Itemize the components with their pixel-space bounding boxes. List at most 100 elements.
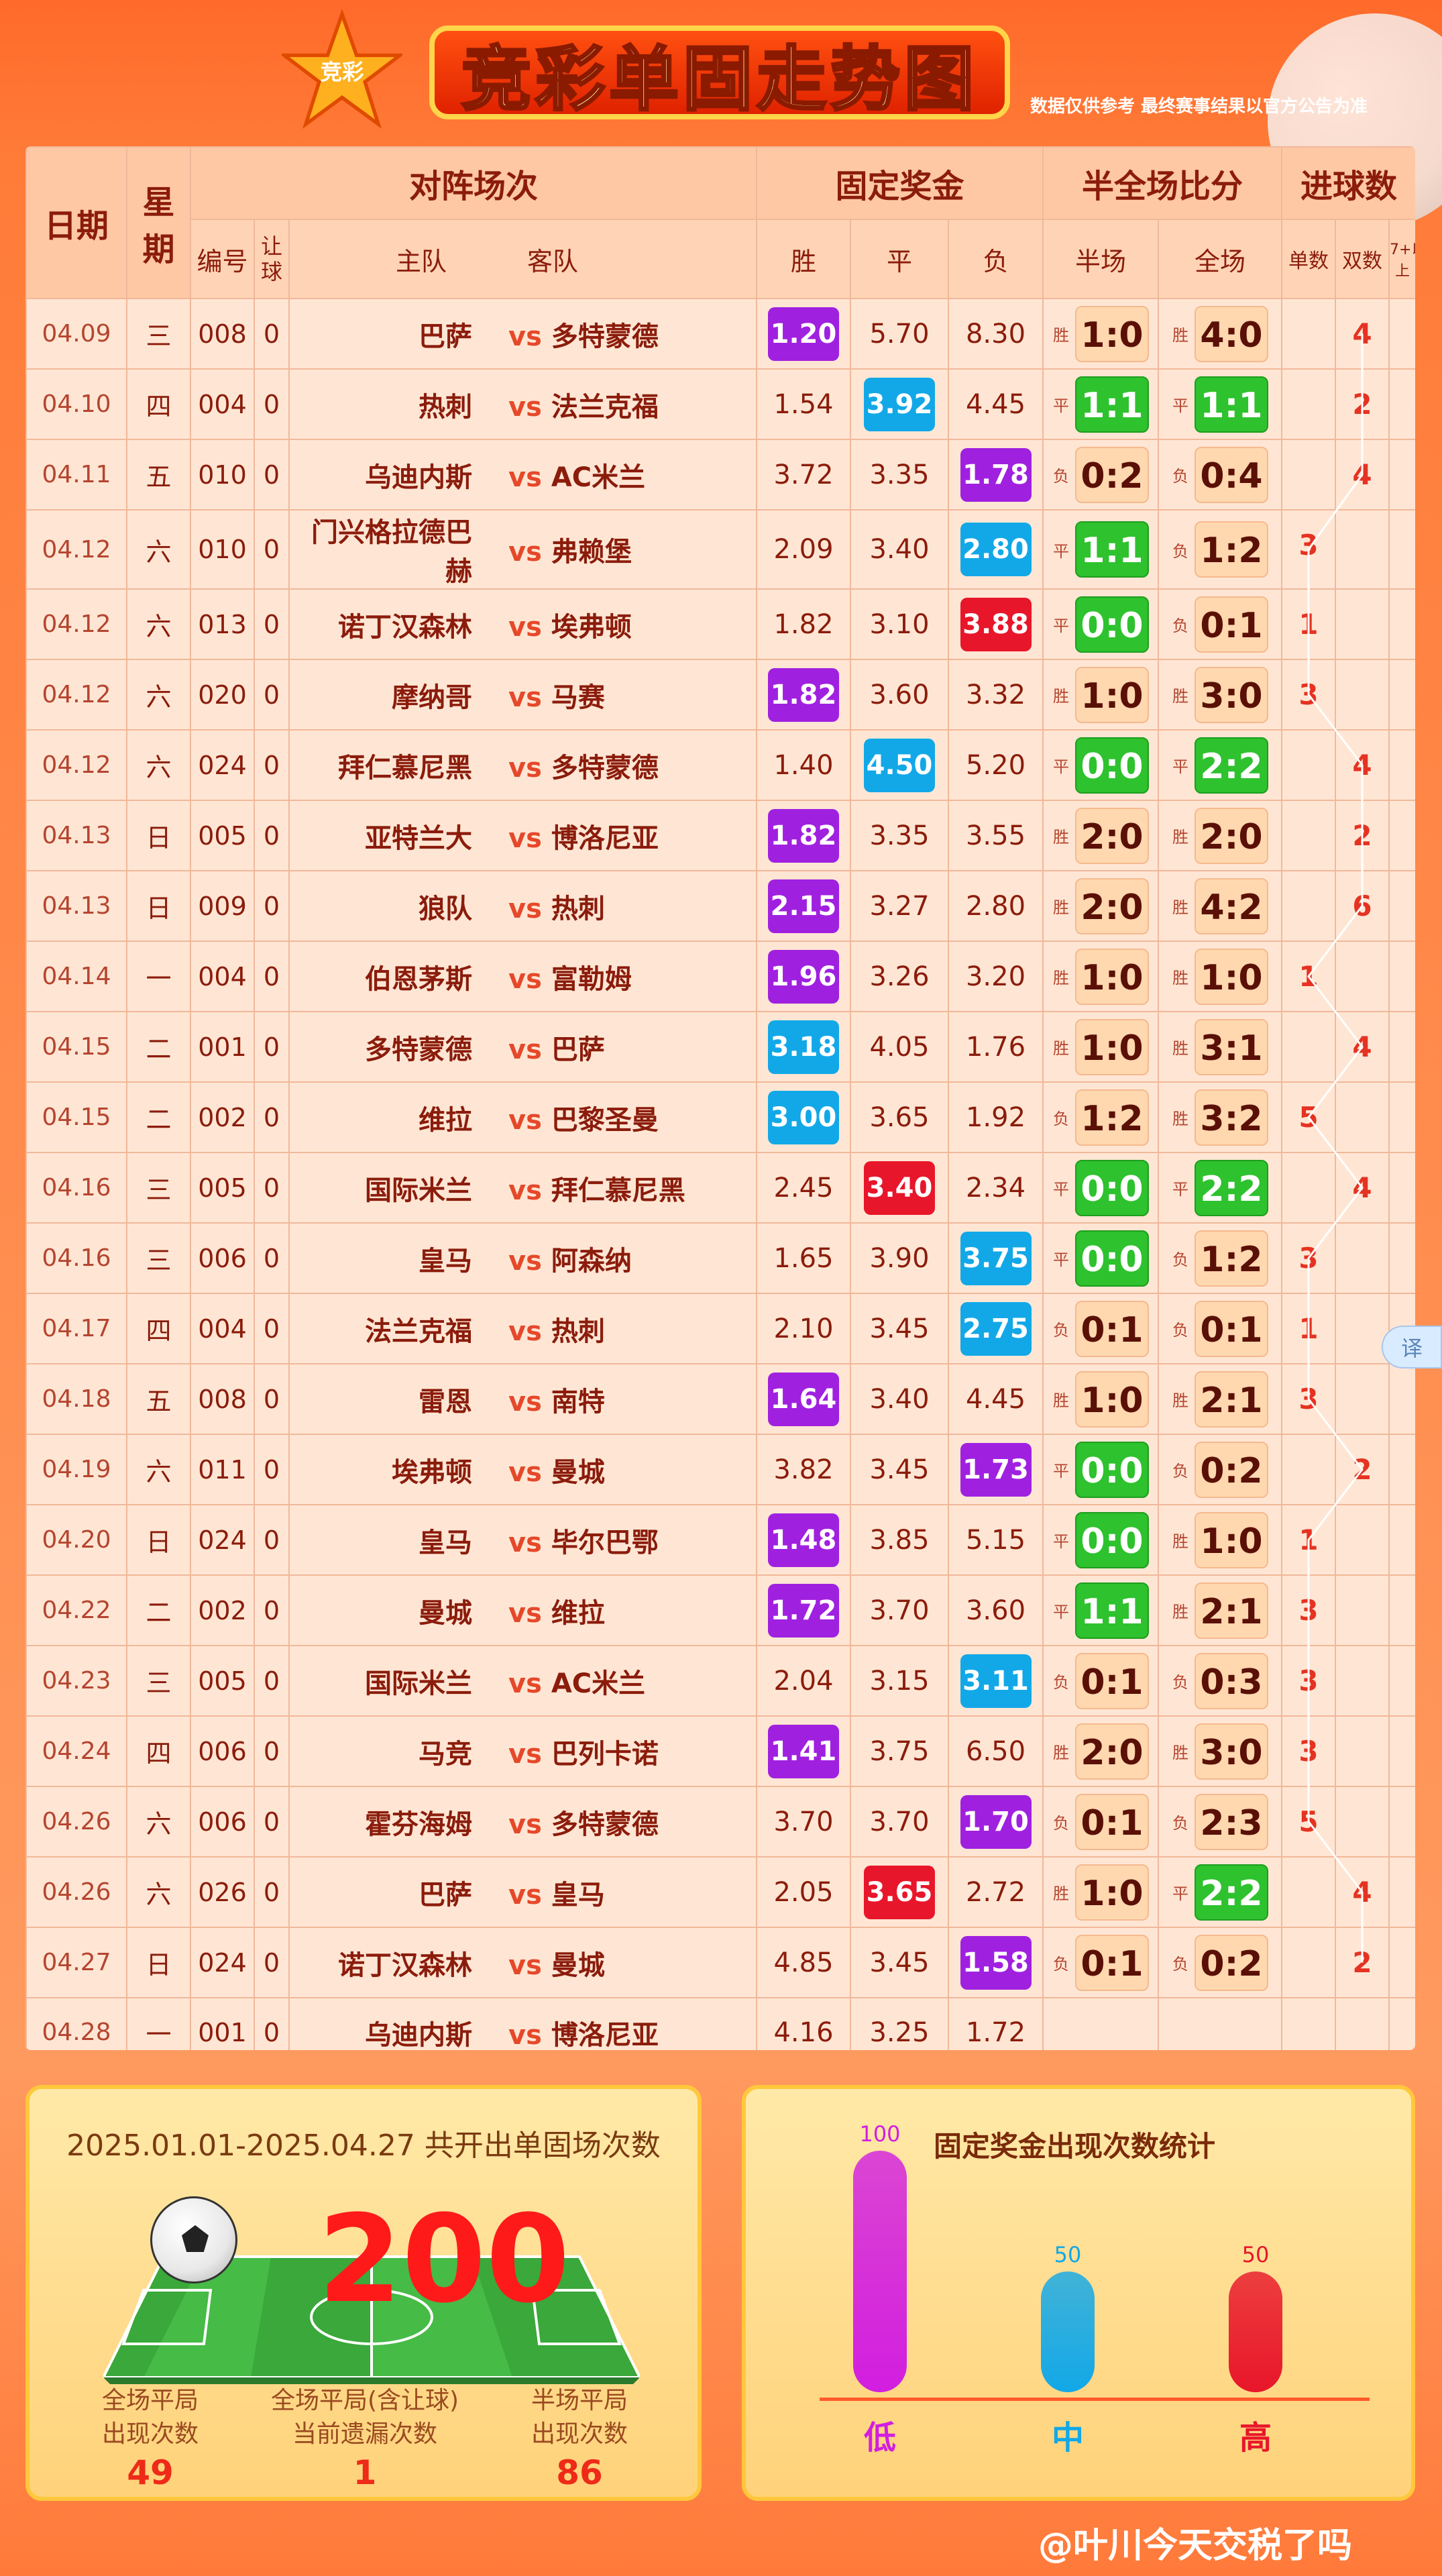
home-team: 雷恩: [288, 1363, 487, 1435]
weekday-cell: 日: [126, 1504, 191, 1576]
away-team-cell: vs 曼城: [487, 1434, 758, 1505]
vs-label: vs: [508, 1738, 542, 1770]
sub-full: 全场: [1158, 219, 1283, 299]
svg-text:竞彩: 竞彩: [321, 59, 364, 85]
half-score-score: 2:0: [1075, 1723, 1150, 1780]
goals-seven-cell: [1388, 1645, 1415, 1717]
away-team-cell: vs 巴黎圣曼: [487, 1081, 758, 1153]
weekday-cell: 六: [126, 1786, 191, 1858]
odds-d-value: 3.85: [869, 1524, 930, 1556]
home-team: 诺丁汉森林: [288, 1927, 487, 1998]
odds-d-cell: 3.40: [850, 509, 950, 590]
match-no-cell: 005: [190, 1152, 255, 1224]
goals-value: 3: [1298, 1383, 1319, 1415]
full-score-score: 3:0: [1195, 1723, 1269, 1780]
table-row: 04.12 六 013 0 诺丁汉森林 vs 埃弗顿 1.82 3.10 3.88 平 0:0 负 0:…: [25, 588, 1415, 660]
odds-l-cell: 3.20: [948, 941, 1044, 1012]
vs-label: vs: [508, 1104, 542, 1136]
date-cell: 04.14: [25, 941, 127, 1012]
goals-seven-cell: [1388, 1152, 1415, 1224]
full-score-score: 1:0: [1195, 1511, 1269, 1568]
half-score-cell: 平 1:1: [1042, 368, 1160, 440]
odds-w-cell: 1.64: [756, 1363, 852, 1435]
vs-label: vs: [508, 321, 542, 352]
date-cell: 04.12: [25, 729, 127, 801]
full-score-result: 胜: [1172, 1743, 1189, 1762]
goals-even-cell: 2: [1335, 368, 1390, 440]
odds-l-value: 1.73: [960, 1442, 1032, 1497]
bar-2: [1229, 2271, 1282, 2392]
sub-half: 半场: [1042, 219, 1160, 299]
away-team-cell: vs 多特蒙德: [487, 298, 758, 370]
goals-value: 1: [1298, 1312, 1319, 1345]
match-no-cell: 008: [190, 1363, 255, 1435]
table-row: 04.09 三 008 0 巴萨 vs 多特蒙德 1.20 5.70 8.30 胜 1:0 胜 4:0 4: [25, 298, 1415, 370]
goals-seven-cell: [1388, 368, 1415, 440]
odds-d-value: 4.50: [864, 738, 936, 792]
odds-l-value: 3.75: [960, 1231, 1032, 1285]
odds-w-value: 2.10: [773, 1313, 834, 1344]
goals-even-cell: 2: [1335, 800, 1390, 871]
handicap-cell: 0: [254, 1363, 290, 1435]
goals-value: 4: [1352, 1171, 1372, 1204]
goals-value: 1: [1298, 608, 1319, 641]
full-score-result: 胜: [1172, 828, 1189, 847]
away-team: 多特蒙德: [551, 752, 659, 784]
goals-odd-cell: 5: [1281, 1786, 1337, 1858]
goals-odd-cell: [1281, 870, 1337, 942]
half-score-score: 1:2: [1075, 1089, 1150, 1146]
odds-w-value: 1.40: [773, 749, 834, 781]
vs-label: vs: [508, 537, 542, 568]
translate-button[interactable]: 译: [1382, 1326, 1442, 1368]
half-score-result: 胜: [1053, 898, 1070, 917]
table-row: 04.26 六 026 0 巴萨 vs 皇马 2.05 3.65 2.72 胜 1:0 平 2:2 4: [25, 1856, 1415, 1928]
goals-odd-cell: 1: [1281, 941, 1337, 1012]
odds-l-cell: 5.15: [948, 1504, 1044, 1576]
odds-w-value: 1.72: [768, 1583, 840, 1638]
handicap-cell: 0: [254, 439, 290, 511]
weekday-cell: 二: [126, 1574, 191, 1646]
date-cell: 04.12: [25, 588, 127, 660]
watermark: @叶川今天交税了吗: [1038, 2526, 1353, 2566]
match-no-cell: 024: [190, 729, 255, 801]
odds-w-cell: 1.82: [756, 800, 852, 871]
full-score-cell: 负 0:1: [1158, 1293, 1283, 1364]
odds-w-value: 1.96: [768, 949, 840, 1004]
full-score-score: 0:4: [1195, 446, 1269, 503]
match-no-cell: 001: [190, 1997, 255, 2050]
full-score-cell: 胜 2:1: [1158, 1574, 1283, 1646]
goals-odd-cell: 1: [1281, 588, 1337, 660]
sub-home: 主队: [288, 219, 487, 299]
goals-odd-cell: [1281, 1434, 1337, 1505]
odds-l-value: 2.72: [965, 1876, 1026, 1908]
goals-seven-cell: [1388, 1997, 1415, 2050]
odds-w-value: 1.41: [768, 1724, 840, 1778]
odds-w-cell: 3.82: [756, 1434, 852, 1505]
match-no-cell: 006: [190, 1222, 255, 1294]
half-score-result: 胜: [1053, 969, 1070, 987]
away-team-cell: vs 马赛: [487, 659, 758, 731]
goals-seven-cell: [1388, 1011, 1415, 1083]
odds-d-value: 3.25: [869, 2017, 930, 2048]
half-score-result: 平: [1053, 396, 1070, 415]
away-team: 富勒姆: [551, 963, 632, 995]
home-team: 亚特兰大: [288, 800, 487, 871]
odds-d-cell: 3.35: [850, 439, 950, 511]
match-no-cell: 005: [190, 1645, 255, 1717]
col-odds: 固定奖金: [756, 146, 1044, 220]
odds-d-value: 3.65: [864, 1865, 936, 1919]
half-score-cell: 负 0:1: [1042, 1786, 1160, 1858]
odds-l-cell: 2.72: [948, 1856, 1044, 1928]
page-title: 竞彩单固走势图: [429, 25, 1011, 121]
odds-w-cell: 3.00: [756, 1081, 852, 1153]
odds-l-value: 1.92: [965, 1102, 1026, 1133]
full-score-cell: 负 0:2: [1158, 1927, 1283, 1998]
half-score-cell: 负 0:2: [1042, 439, 1160, 511]
half-score-result: 胜: [1053, 326, 1070, 345]
odds-d-value: 3.70: [869, 1595, 930, 1626]
full-score-score: 1:1: [1195, 376, 1269, 433]
goals-value: 3: [1298, 678, 1319, 711]
odds-d-value: 3.35: [869, 459, 930, 490]
odds-w-cell: 1.82: [756, 588, 852, 660]
col-scores: 半全场比分: [1042, 146, 1283, 220]
